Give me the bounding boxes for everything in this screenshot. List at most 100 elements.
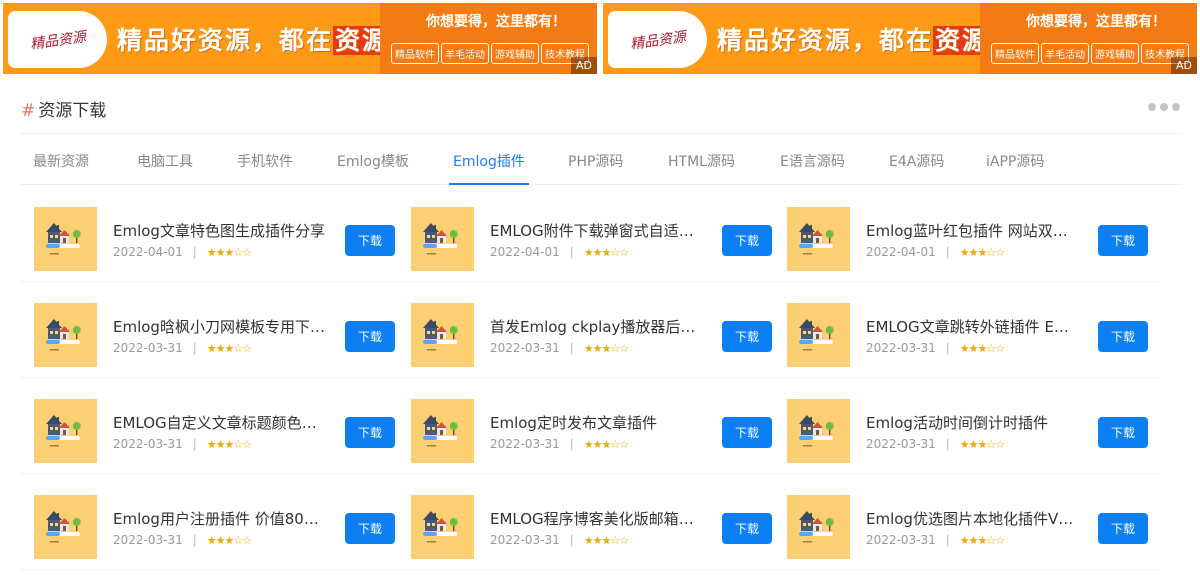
download-button[interactable]: 下载 [722,417,772,448]
rating-stars: ★★★☆☆ [206,437,252,451]
tab-emlog-plugins[interactable]: Emlog插件 [449,135,529,185]
resource-thumbnail[interactable] [34,207,97,271]
tab-iapp-source[interactable]: iAPP源码 [986,135,1044,185]
tab-emlog-templates[interactable]: Emlog模板 [337,135,409,185]
resource-date: 2022-03-31 [866,437,936,451]
resource-thumbnail[interactable] [34,399,97,463]
resource-date: 2022-03-31 [113,341,183,355]
resource-meta: 2022-04-01 | ★★★☆☆ [490,245,629,259]
section-title: # 资源下载 [21,96,106,121]
loading-house-icon [34,303,97,367]
resource-row: Emlog晗枫小刀网模板专用下载插件 2022-03-31 | ★★★☆☆ 下载 [20,282,1160,378]
download-button[interactable]: 下载 [722,225,772,256]
resource-thumbnail[interactable] [411,495,474,559]
resource-title[interactable]: EMLOG文章跳转外链插件 Emlog版 [866,316,1082,337]
ad-tag: 游戏辅助 [491,43,539,64]
resource-meta: 2022-04-01 | ★★★☆☆ [866,245,1005,259]
rating-stars: ★★★☆☆ [583,533,629,547]
rating-stars: ★★★☆☆ [206,245,252,259]
download-button[interactable]: 下载 [1098,513,1148,544]
resource-thumbnail[interactable] [787,399,850,463]
tab-pc-tools[interactable]: 电脑工具 [137,135,193,185]
resource-title[interactable]: Emlog蓝叶红包插件 网站双端适配 [866,220,1082,241]
resource-title[interactable]: Emlog文章特色图生成插件分享 [113,220,329,241]
category-tabs: 最新资源 电脑工具 手机软件 Emlog模板 Emlog插件 PHP源码 HTM… [20,135,1182,185]
resource-meta: 2022-03-31 | ★★★☆☆ [866,437,1005,451]
tab-latest[interactable]: 最新资源 [33,135,89,185]
resource-date: 2022-03-31 [113,533,183,547]
download-button[interactable]: 下载 [1098,417,1148,448]
resource-title[interactable]: EMLOG附件下载弹窗式自适应插件 [490,220,706,241]
resource-card: Emlog用户注册插件 价值80元插件 2022-03-31 | ★★★☆☆ 下… [20,474,396,570]
meta-separator: | [192,245,197,259]
resource-thumbnail[interactable] [787,303,850,367]
ad-right-title: 你想要得，这里都有！ [1026,14,1166,30]
resource-thumbnail[interactable] [411,207,474,271]
resource-title[interactable]: Emlog晗枫小刀网模板专用下载插件 [113,316,329,337]
tab-php-source[interactable]: PHP源码 [568,135,623,185]
resource-date: 2022-03-31 [490,533,560,547]
resource-title[interactable]: Emlog优选图片本地化插件V1.0 [866,508,1082,529]
download-button[interactable]: 下载 [345,417,395,448]
resource-date: 2022-03-31 [490,437,560,451]
loading-house-icon [411,303,474,367]
resource-meta: 2022-03-31 | ★★★☆☆ [113,533,252,547]
download-button[interactable]: 下载 [345,225,395,256]
resource-thumbnail[interactable] [34,495,97,559]
resource-date: 2022-03-31 [113,437,183,451]
tab-mobile-software[interactable]: 手机软件 [237,135,293,185]
tab-e-language-source[interactable]: E语言源码 [780,135,845,185]
meta-separator: | [569,245,574,259]
resource-title[interactable]: 首发Emlog ckplay播放器后台插件 [490,316,706,337]
meta-separator: | [945,245,950,259]
rating-stars: ★★★☆☆ [583,437,629,451]
resource-meta: 2022-03-31 | ★★★☆☆ [113,437,252,451]
ad-tag: 精品软件 [991,43,1039,64]
rating-stars: ★★★☆☆ [206,533,252,547]
resource-date: 2022-04-01 [490,245,560,259]
resource-thumbnail[interactable] [34,303,97,367]
rating-stars: ★★★☆☆ [583,341,629,355]
resource-thumbnail[interactable] [411,303,474,367]
rating-stars: ★★★☆☆ [206,341,252,355]
ad-banner-right[interactable]: 精品资源 精品好资源，都在资源吧 你想要得，这里都有！ 精品软件 羊毛活动 游戏… [603,3,1197,74]
resource-meta: 2022-03-31 | ★★★☆☆ [490,533,629,547]
resource-card: EMLOG附件下载弹窗式自适应插件 2022-04-01 | ★★★☆☆ 下载 [397,186,773,282]
resource-thumbnail[interactable] [411,399,474,463]
resource-meta: 2022-03-31 | ★★★☆☆ [866,533,1005,547]
more-icon[interactable] [1148,103,1180,111]
rating-stars: ★★★☆☆ [959,437,1005,451]
download-button[interactable]: 下载 [722,321,772,352]
ad-right-title: 你想要得，这里都有！ [426,14,566,30]
resource-card: EMLOG文章跳转外链插件 Emlog版 2022-03-31 | ★★★☆☆ … [773,282,1149,378]
ad-banner-left[interactable]: 精品资源 精品好资源，都在资源吧 你想要得，这里都有！ 精品软件 羊毛活动 游戏… [3,3,597,74]
download-button[interactable]: 下载 [1098,225,1148,256]
resource-title[interactable]: Emlog活动时间倒计时插件 [866,412,1082,433]
loading-house-icon [787,303,850,367]
ad-slogan-text: 精品好资源，都在 [717,26,934,55]
rating-stars: ★★★☆☆ [959,245,1005,259]
download-button[interactable]: 下载 [1098,321,1148,352]
tab-e4a-source[interactable]: E4A源码 [889,135,944,185]
section-header: # 资源下载 [20,78,1182,134]
download-button[interactable]: 下载 [345,321,395,352]
resource-card: EMLOG自定义文章标题颜色插件分享 2022-03-31 | ★★★☆☆ 下载 [20,378,396,474]
resource-meta: 2022-04-01 | ★★★☆☆ [113,245,252,259]
download-button[interactable]: 下载 [345,513,395,544]
meta-separator: | [192,437,197,451]
resource-card: Emlog蓝叶红包插件 网站双端适配 2022-04-01 | ★★★☆☆ 下载 [773,186,1149,282]
resource-meta: 2022-03-31 | ★★★☆☆ [113,341,252,355]
loading-house-icon [34,207,97,271]
resource-thumbnail[interactable] [787,207,850,271]
resource-thumbnail[interactable] [787,495,850,559]
meta-separator: | [945,437,950,451]
download-button[interactable]: 下载 [722,513,772,544]
resource-title[interactable]: EMLOG程序博客美化版邮箱插件 [490,508,706,529]
hash-icon: # [21,101,36,121]
resource-title[interactable]: EMLOG自定义文章标题颜色插件分享 [113,412,329,433]
ad-logo-text: 精品资源 [628,28,687,53]
resource-title[interactable]: Emlog用户注册插件 价值80元插件 [113,508,329,529]
resource-title[interactable]: Emlog定时发布文章插件 [490,412,706,433]
tab-html-source[interactable]: HTML源码 [668,135,735,185]
ad-tag: 羊毛活动 [1041,43,1089,64]
